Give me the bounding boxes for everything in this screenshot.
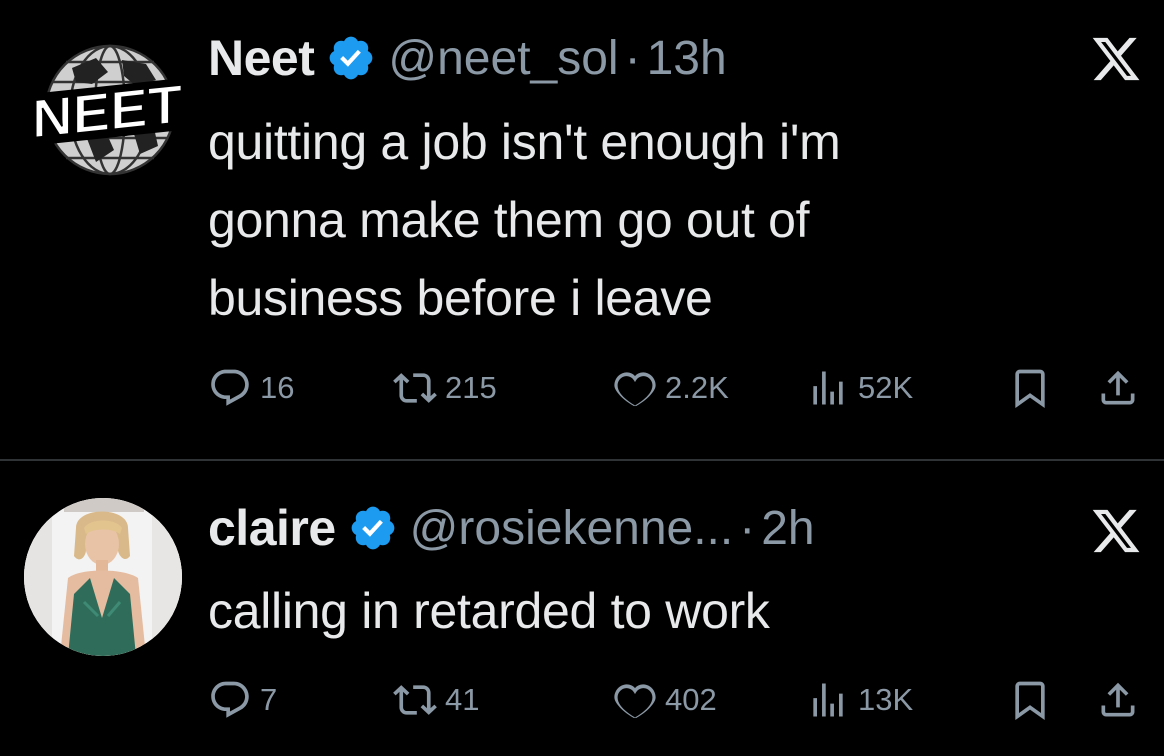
x-logo-icon bbox=[1092, 509, 1140, 553]
profile-photo-icon bbox=[24, 498, 182, 656]
reply-button[interactable]: 7 bbox=[208, 678, 277, 722]
share-button[interactable] bbox=[1096, 366, 1140, 410]
bookmark-button[interactable] bbox=[1008, 366, 1052, 410]
like-button[interactable]: 2.2K bbox=[613, 366, 729, 410]
like-count: 2.2K bbox=[665, 370, 729, 405]
bookmark-icon bbox=[1015, 681, 1045, 721]
retweet-button[interactable]: 41 bbox=[393, 678, 479, 722]
like-button[interactable]: 402 bbox=[613, 678, 717, 722]
share-icon bbox=[1101, 682, 1135, 717]
views-icon bbox=[813, 683, 843, 717]
timestamp[interactable]: 13h bbox=[647, 31, 727, 86]
action-bar: 16 215 2.2K 52K bbox=[208, 366, 1164, 418]
tweet-text: calling in retarded to work bbox=[208, 572, 770, 650]
display-name[interactable]: claire bbox=[208, 499, 336, 557]
handle[interactable]: @neet_sol bbox=[388, 31, 618, 86]
retweet-icon bbox=[393, 373, 437, 403]
views-count: 13K bbox=[858, 682, 914, 717]
like-count: 402 bbox=[665, 682, 717, 717]
like-icon bbox=[614, 684, 656, 719]
tweet-text-line: calling in retarded to work bbox=[208, 583, 770, 639]
timestamp[interactable]: 2h bbox=[761, 501, 814, 556]
avatar[interactable] bbox=[24, 498, 182, 656]
share-icon bbox=[1101, 370, 1135, 405]
action-bar: 7 41 402 13K bbox=[208, 678, 1164, 730]
tweet[interactable]: claire @rosiekenne... · 2h calling in re… bbox=[0, 462, 1164, 756]
retweet-count: 41 bbox=[445, 682, 480, 717]
retweet-button[interactable]: 215 bbox=[393, 366, 497, 410]
views-button[interactable]: 52K bbox=[806, 366, 913, 410]
reply-button[interactable]: 16 bbox=[208, 366, 294, 410]
views-count: 52K bbox=[858, 370, 914, 405]
reply-count: 7 bbox=[260, 682, 278, 717]
like-icon bbox=[614, 372, 656, 407]
reply-icon bbox=[211, 681, 249, 718]
views-button[interactable]: 13K bbox=[806, 678, 913, 722]
x-logo-icon bbox=[1092, 37, 1140, 81]
tweet-header: Neet @neet_sol · 13h bbox=[208, 28, 727, 88]
share-button[interactable] bbox=[1096, 678, 1140, 722]
avatar[interactable]: NEET bbox=[26, 28, 186, 188]
bookmark-button[interactable] bbox=[1008, 678, 1052, 722]
retweet-icon bbox=[393, 685, 437, 715]
separator-dot: · bbox=[624, 31, 641, 85]
views-icon bbox=[813, 371, 843, 405]
tweet-text-line: business before i leave bbox=[208, 270, 713, 326]
reply-count: 16 bbox=[260, 370, 295, 405]
globe-logo-icon: NEET bbox=[26, 28, 186, 188]
divider bbox=[0, 459, 1164, 461]
handle[interactable]: @rosiekenne... bbox=[410, 501, 734, 556]
retweet-count: 215 bbox=[445, 370, 497, 405]
verified-badge-icon bbox=[351, 506, 395, 550]
tweet-text-line: quitting a job isn't enough i'm bbox=[208, 114, 841, 170]
display-name[interactable]: Neet bbox=[208, 29, 315, 87]
bookmark-icon bbox=[1015, 369, 1045, 409]
verified-badge-icon bbox=[330, 36, 373, 80]
separator-dot: · bbox=[739, 501, 756, 555]
tweet-text: quitting a job isn't enough i'm gonna ma… bbox=[208, 103, 841, 337]
tweet-header: claire @rosiekenne... · 2h bbox=[208, 498, 815, 558]
tweet[interactable]: NEET Neet @neet_sol · 13h quitting a job… bbox=[0, 0, 1164, 460]
tweet-text-line: gonna make them go out of bbox=[208, 192, 810, 248]
reply-icon bbox=[211, 369, 249, 406]
